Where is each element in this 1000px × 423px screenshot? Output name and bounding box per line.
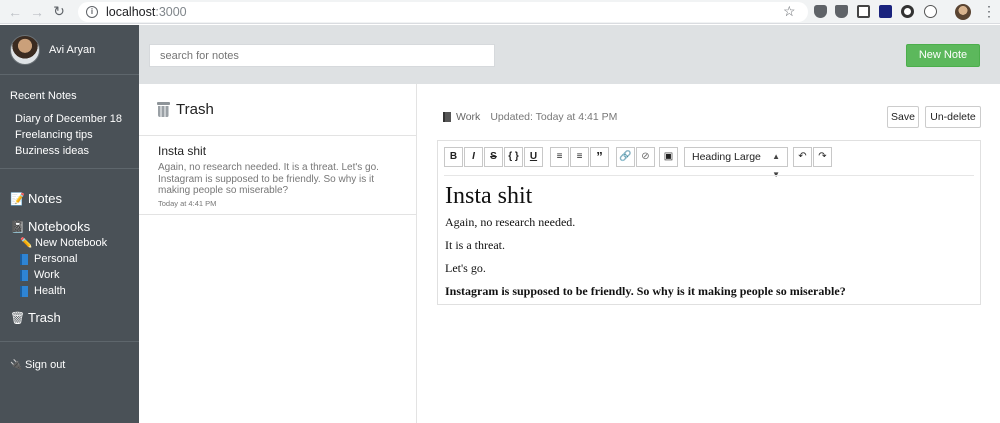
- underline-button[interactable]: U: [524, 147, 543, 167]
- content-paragraph: It is a threat.: [445, 238, 505, 252]
- updated-timestamp: Updated: Today at 4:41 PM: [490, 111, 618, 123]
- blue-book-icon: [20, 269, 28, 281]
- bookmark-star-icon[interactable]: ☆: [783, 3, 796, 20]
- note-meta: Work Updated: Today at 4:41 PM: [443, 111, 617, 123]
- record-extension-icon[interactable]: [901, 5, 914, 18]
- info-extension-icon[interactable]: [879, 5, 892, 18]
- user-profile: Avi Aryan: [10, 35, 95, 65]
- strikethrough-button[interactable]: S: [484, 147, 503, 167]
- browser-toolbar: ← → ↻ i localhost:3000 ☆ ⋮: [0, 0, 1000, 24]
- unlink-icon[interactable]: ⊘: [636, 147, 655, 167]
- note-title: Insta shit: [158, 144, 207, 158]
- new-notebook-button[interactable]: ✏️ New Notebook: [20, 237, 107, 249]
- pocket-extension-icon[interactable]: [835, 5, 848, 18]
- blue-book-icon: [20, 285, 28, 297]
- shield-extension-icon[interactable]: [814, 5, 827, 18]
- note-date: Today at 4:41 PM: [158, 199, 217, 208]
- divider: [0, 74, 139, 75]
- sidebar-item-notebooks[interactable]: 📓 Notebooks: [10, 219, 90, 234]
- undelete-button[interactable]: Un-delete: [925, 106, 981, 128]
- link-icon[interactable]: 🔗: [616, 147, 635, 167]
- sidebar-item-work[interactable]: Work: [20, 269, 59, 281]
- notes-app: Avi Aryan Recent Notes Diary of December…: [0, 25, 1000, 423]
- memo-icon: 📝: [10, 191, 25, 206]
- divider: [444, 175, 974, 176]
- notebook-icon: [443, 112, 451, 122]
- sidebar-item-personal[interactable]: Personal: [20, 253, 77, 265]
- avatar: [10, 35, 40, 65]
- forward-arrow-icon[interactable]: →: [26, 1, 48, 23]
- face-extension-icon[interactable]: [924, 5, 937, 18]
- browser-menu-icon[interactable]: ⋮: [982, 3, 996, 20]
- divider: [0, 341, 139, 342]
- sidebar-item-label: Personal: [34, 253, 78, 265]
- recent-note-item[interactable]: Buziness ideas: [15, 145, 89, 157]
- notebook-icon: 📓: [10, 219, 25, 234]
- bold-button[interactable]: B: [444, 147, 463, 167]
- sidebar-item-health[interactable]: Health: [20, 285, 66, 297]
- trash-icon: [157, 102, 170, 117]
- heading-select-value: Heading Large: [692, 151, 761, 163]
- content-paragraph-bold: Instagram is supposed to be friendly. So…: [445, 284, 846, 298]
- back-arrow-icon[interactable]: ←: [4, 1, 26, 23]
- site-info-icon[interactable]: i: [86, 5, 98, 18]
- save-button[interactable]: Save: [887, 106, 919, 128]
- image-icon[interactable]: ▣: [659, 147, 678, 167]
- numbered-list-icon[interactable]: ≡: [570, 147, 589, 167]
- blue-book-icon: [20, 253, 28, 265]
- heading-select[interactable]: Heading Large ▲▼: [684, 147, 788, 179]
- blockquote-icon[interactable]: ”: [590, 147, 609, 167]
- user-name: Avi Aryan: [49, 44, 96, 56]
- sidebar-item-notes[interactable]: 📝 Notes: [10, 191, 62, 206]
- content-paragraph: Let's go.: [445, 261, 486, 275]
- top-bar: New Note: [139, 25, 1000, 84]
- undo-icon[interactable]: ↶: [793, 147, 812, 167]
- sidebar-item-label: Health: [34, 285, 66, 297]
- redo-icon[interactable]: ↷: [813, 147, 832, 167]
- profile-avatar-icon[interactable]: [955, 4, 971, 20]
- gmail-extension-icon[interactable]: [857, 5, 870, 18]
- new-note-button[interactable]: New Note: [906, 44, 980, 67]
- code-button[interactable]: { }: [504, 147, 523, 167]
- italic-button[interactable]: I: [464, 147, 483, 167]
- sign-out-button[interactable]: 🔌 Sign out: [10, 359, 65, 371]
- sign-out-label: Sign out: [25, 359, 66, 371]
- notes-list-pane: Trash Insta shit Again, no research need…: [139, 84, 417, 423]
- trash-icon: 🗑: [10, 310, 26, 325]
- address-bar[interactable]: i localhost:3000: [78, 1, 808, 22]
- editor-pane: Work Updated: Today at 4:41 PM Save Un-d…: [418, 84, 1000, 423]
- rich-text-editor[interactable]: B I S { } U ≡ ≡ ” 🔗 ⊘ ▣ Heading Large ▲▼…: [437, 140, 981, 305]
- note-excerpt: Again, no research needed. It is a threa…: [158, 162, 379, 196]
- search-input[interactable]: [149, 44, 495, 67]
- sidebar-item-trash[interactable]: 🗑 Trash: [10, 310, 61, 325]
- list-title: Trash: [157, 101, 214, 118]
- sidebar-item-label: Notes: [28, 191, 62, 206]
- chevron-updown-icon: ▲▼: [772, 152, 780, 179]
- content-paragraph: Again, no research needed.: [445, 215, 576, 229]
- sidebar-item-label: Notebooks: [28, 219, 91, 234]
- new-notebook-label: New Notebook: [35, 237, 108, 249]
- sidebar: Avi Aryan Recent Notes Diary of December…: [0, 25, 139, 423]
- recent-notes-title: Recent Notes: [10, 90, 77, 102]
- url-port: :3000: [155, 4, 187, 19]
- divider: [139, 214, 416, 215]
- editor-content[interactable]: Insta shit Again, no research needed. It…: [445, 181, 975, 307]
- plug-icon: 🔌: [10, 359, 23, 371]
- pencil-icon: ✏️: [20, 237, 33, 249]
- url-host: localhost: [106, 4, 156, 19]
- divider: [0, 168, 139, 169]
- recent-note-item[interactable]: Freelancing tips: [15, 129, 93, 141]
- list-item[interactable]: Insta shit Again, no research needed. It…: [139, 135, 416, 214]
- recent-note-item[interactable]: Diary of December 18: [15, 113, 122, 125]
- bullet-list-icon[interactable]: ≡: [550, 147, 569, 167]
- reload-icon[interactable]: ↻: [48, 1, 70, 23]
- note-notebook[interactable]: Work: [456, 111, 480, 123]
- sidebar-item-label: Trash: [28, 310, 61, 325]
- sidebar-item-label: Work: [34, 269, 60, 281]
- content-heading: Insta shit: [445, 183, 533, 209]
- list-title-label: Trash: [176, 101, 214, 118]
